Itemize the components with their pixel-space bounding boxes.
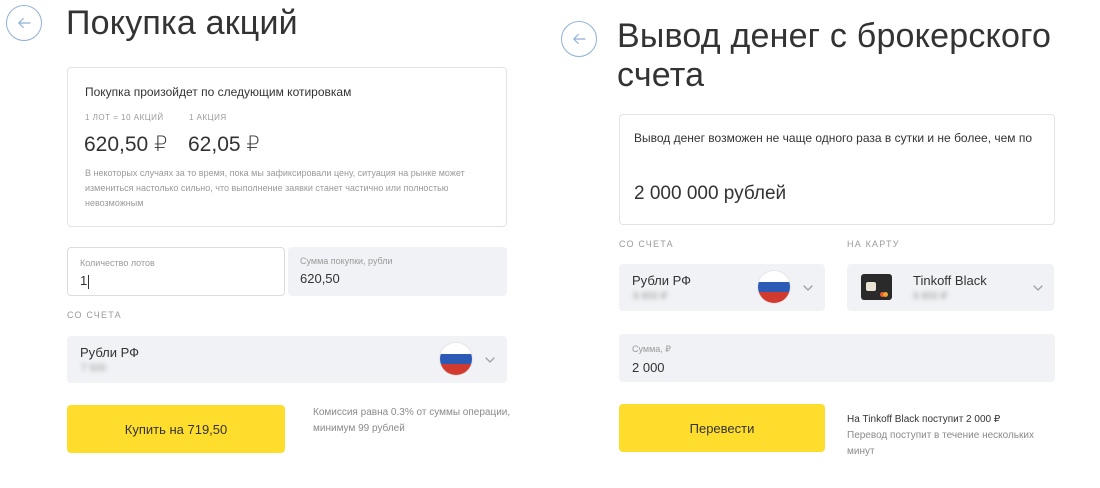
chevron-down-icon (485, 357, 495, 363)
chevron-down-icon (1033, 285, 1043, 291)
lot-label: 1 ЛОТ = 10 АКЦИЙ (85, 113, 164, 122)
quote-disclaimer: В некоторых случаях за то время, пока мы… (85, 168, 465, 208)
commission-note: Комиссия равна 0.3% от суммы операции, м… (313, 407, 511, 434)
account-select[interactable]: Рубли РФ 9 800 ₽ (619, 264, 825, 311)
russia-flag-icon (757, 270, 791, 304)
account-name: Рубли РФ (80, 345, 140, 360)
receive-note: На Tinkoff Black поступит 2 000 ₽ (847, 414, 1001, 425)
amount-field[interactable]: Сумма, ₽ 2 000 (619, 334, 1055, 382)
amount-value: 2 000 (632, 360, 665, 375)
back-button[interactable] (6, 5, 42, 41)
to-card-label: НА КАРТУ (847, 239, 900, 249)
account-balance: 7 500 (81, 363, 107, 374)
card-name: Tinkoff Black (913, 273, 987, 288)
lots-quantity-input[interactable]: Количество лотов 1 (67, 247, 285, 296)
chevron-down-icon (803, 285, 813, 291)
share-label: 1 АКЦИЯ (189, 113, 227, 122)
account-name: Рубли РФ (632, 273, 692, 288)
arrow-left-icon (18, 17, 31, 29)
time-note: Перевод поступит в течение нескольких ми… (847, 430, 1034, 457)
card-select[interactable]: Tinkoff Black 9 800 ₽ (847, 264, 1054, 311)
back-button[interactable] (561, 21, 597, 57)
russia-flag-icon (439, 342, 473, 376)
account-balance: 9 800 ₽ (633, 291, 668, 302)
bank-card-icon (861, 274, 892, 300)
page-title: Покупка акций (66, 4, 298, 42)
lots-label: Количество лотов (80, 258, 155, 268)
arrow-left-icon (573, 33, 586, 45)
sum-value: 620,50 (300, 271, 340, 286)
account-select[interactable]: Рубли РФ 7 500 (67, 336, 507, 383)
purchase-sum-field: Сумма покупки, рубли 620,50 (288, 247, 507, 296)
buy-button[interactable]: Купить на 719,50 (67, 405, 285, 453)
quote-card: Покупка произойдет по следующим котировк… (67, 67, 507, 227)
share-price: 62,05 ₽ (188, 133, 260, 156)
from-account-label: СО СЧЕТА (67, 310, 122, 320)
from-account-label: СО СЧЕТА (619, 239, 674, 249)
lot-price: 620,50 ₽ (84, 133, 168, 156)
withdraw-info-card: Вывод денег возможен не чаще одного раза… (619, 114, 1055, 225)
amount-label: Сумма, ₽ (632, 344, 672, 354)
page-title-line-1: Вывод денег с брокерского (617, 17, 1052, 55)
quote-heading: Покупка произойдет по следующим котировк… (85, 85, 352, 99)
withdraw-limit: 2 000 000 рублей (634, 183, 787, 204)
withdraw-info-text: Вывод денег возможен не чаще одного раза… (634, 131, 1033, 145)
card-balance: 9 800 ₽ (913, 291, 948, 302)
transfer-button[interactable]: Перевести (619, 404, 825, 452)
lots-value: 1 (80, 273, 90, 289)
page-title-line-2: счета (617, 56, 705, 94)
sum-label: Сумма покупки, рубли (300, 256, 393, 266)
